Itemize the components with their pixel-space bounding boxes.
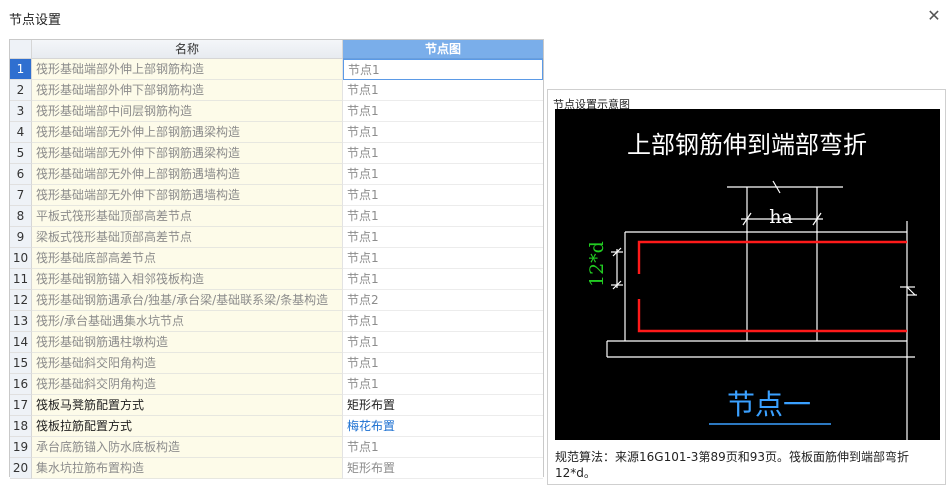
row-name-cell[interactable]: 筏形基础端部外伸下部钢筋构造 xyxy=(32,80,343,101)
row-number[interactable]: 16 xyxy=(10,374,32,395)
row-number[interactable]: 4 xyxy=(10,122,32,143)
column-header-node[interactable]: 节点图 xyxy=(343,40,543,59)
row-number-header xyxy=(10,40,32,59)
row-number[interactable]: 14 xyxy=(10,332,32,353)
row-name-cell[interactable]: 平板式筏形基础顶部高差节点 xyxy=(32,206,343,227)
row-number[interactable]: 17 xyxy=(10,395,32,416)
row-number[interactable]: 19 xyxy=(10,437,32,458)
table-row[interactable]: 13 筏形/承台基础遇集水坑节点 节点1 xyxy=(10,311,543,332)
row-node-cell[interactable]: 节点1 xyxy=(343,164,543,185)
row-number[interactable]: 2 xyxy=(10,80,32,101)
row-number[interactable]: 20 xyxy=(10,458,32,479)
dim-ha-label: ha xyxy=(769,206,793,228)
row-name-cell[interactable]: 筏板马凳筋配置方式 xyxy=(32,395,343,416)
table-row[interactable]: 10 筏形基础底部高差节点 节点1 xyxy=(10,248,543,269)
title-bar: 节点设置 ✕ xyxy=(0,0,950,34)
row-name-cell[interactable]: 筏形基础端部外伸上部钢筋构造 xyxy=(32,59,343,80)
row-name-cell[interactable]: 筏形基础端部无外伸上部钢筋遇梁构造 xyxy=(32,122,343,143)
table-row[interactable]: 7 筏形基础端部无外伸下部钢筋遇墙构造 节点1 xyxy=(10,185,543,206)
table-row[interactable]: 15 筏形基础斜交阳角构造 节点1 xyxy=(10,353,543,374)
table-row[interactable]: 4 筏形基础端部无外伸上部钢筋遇梁构造 节点1 xyxy=(10,122,543,143)
row-node-cell[interactable]: 节点1 xyxy=(343,311,543,332)
table-row[interactable]: 12 筏形基础钢筋遇承台/独基/承台梁/基础联系梁/条基构造 节点2 xyxy=(10,290,543,311)
row-node-cell[interactable]: 梅花布置 xyxy=(343,416,543,437)
row-name-cell[interactable]: 筏形基础钢筋锚入相邻筏板构造 xyxy=(32,269,343,290)
dim-12d-label: 12*d xyxy=(586,241,608,287)
row-node-cell[interactable]: 节点1 xyxy=(343,122,543,143)
close-icon[interactable]: ✕ xyxy=(924,6,944,26)
row-name-cell[interactable]: 筏形基础端部中间层钢筋构造 xyxy=(32,101,343,122)
row-number[interactable]: 7 xyxy=(10,185,32,206)
row-name-cell[interactable]: 梁板式筏形基础顶部高差节点 xyxy=(32,227,343,248)
row-number[interactable]: 1 xyxy=(10,59,32,80)
node-preview-panel: 节点设置示意图 上部钢筋伸到端部弯折 ha 12*d 节点一 规范算法：来源16… xyxy=(547,89,946,485)
row-number[interactable]: 15 xyxy=(10,353,32,374)
row-name-cell[interactable]: 筏形基础端部无外伸下部钢筋遇墙构造 xyxy=(32,185,343,206)
row-number[interactable]: 12 xyxy=(10,290,32,311)
table-row[interactable]: 6 筏形基础端部无外伸上部钢筋遇墙构造 节点1 xyxy=(10,164,543,185)
row-node-cell[interactable]: 矩形布置 xyxy=(343,395,543,416)
table-row[interactable]: 9 梁板式筏形基础顶部高差节点 节点1 xyxy=(10,227,543,248)
table-row[interactable]: 11 筏形基础钢筋锚入相邻筏板构造 节点1 xyxy=(10,269,543,290)
table-row[interactable]: 20 集水坑拉筋布置构造 矩形布置 xyxy=(10,458,543,479)
diagram-title: 上部钢筋伸到端部弯折 xyxy=(627,131,867,159)
row-node-cell[interactable]: 节点1 xyxy=(343,374,543,395)
top-rebar xyxy=(637,240,907,274)
row-number[interactable]: 13 xyxy=(10,311,32,332)
row-name-cell[interactable]: 筏形基础端部无外伸下部钢筋遇梁构造 xyxy=(32,143,343,164)
row-node-cell[interactable]: 节点1 xyxy=(343,59,543,80)
row-number[interactable]: 11 xyxy=(10,269,32,290)
rule-description: 规范算法：来源16G101-3第89页和93页。筏板面筋伸到端部弯折12*d。 xyxy=(555,450,909,480)
row-node-cell[interactable]: 节点1 xyxy=(343,101,543,122)
table-row[interactable]: 14 筏形基础钢筋遇柱墩构造 节点1 xyxy=(10,332,543,353)
row-name-cell[interactable]: 筏形基础斜交阴角构造 xyxy=(32,374,343,395)
table-header: 名称 节点图 xyxy=(10,40,543,59)
node-name: 节点一 xyxy=(727,388,811,421)
row-name-cell[interactable]: 筏形基础端部无外伸上部钢筋遇墙构造 xyxy=(32,164,343,185)
table-row[interactable]: 18 筏板拉筋配置方式 梅花布置 xyxy=(10,416,543,437)
table-row[interactable]: 1 筏形基础端部外伸上部钢筋构造 节点1 xyxy=(10,59,543,80)
row-node-cell[interactable]: 节点1 xyxy=(343,143,543,164)
row-node-cell[interactable]: 节点1 xyxy=(343,206,543,227)
row-node-cell[interactable]: 矩形布置 xyxy=(343,458,543,479)
row-number[interactable]: 5 xyxy=(10,143,32,164)
row-node-cell[interactable]: 节点2 xyxy=(343,290,543,311)
row-node-cell[interactable]: 节点1 xyxy=(343,227,543,248)
row-name-cell[interactable]: 筏形基础钢筋遇承台/独基/承台梁/基础联系梁/条基构造 xyxy=(32,290,343,311)
table-row[interactable]: 2 筏形基础端部外伸下部钢筋构造 节点1 xyxy=(10,80,543,101)
table-row[interactable]: 17 筏板马凳筋配置方式 矩形布置 xyxy=(10,395,543,416)
table-row[interactable]: 3 筏形基础端部中间层钢筋构造 节点1 xyxy=(10,101,543,122)
node-diagram-svg: 上部钢筋伸到端部弯折 ha 12*d 节点一 xyxy=(586,131,917,441)
node-diagram: 上部钢筋伸到端部弯折 ha 12*d 节点一 xyxy=(555,109,940,441)
row-node-cell[interactable]: 节点1 xyxy=(343,353,543,374)
row-number[interactable]: 10 xyxy=(10,248,32,269)
table-row[interactable]: 16 筏形基础斜交阴角构造 节点1 xyxy=(10,374,543,395)
row-node-cell[interactable]: 节点1 xyxy=(343,269,543,290)
bottom-rebar xyxy=(637,299,907,333)
row-name-cell[interactable]: 筏形基础底部高差节点 xyxy=(32,248,343,269)
row-name-cell[interactable]: 筏形基础斜交阳角构造 xyxy=(32,353,343,374)
row-number[interactable]: 8 xyxy=(10,206,32,227)
row-name-cell[interactable]: 筏板拉筋配置方式 xyxy=(32,416,343,437)
row-name-cell[interactable]: 筏形基础钢筋遇柱墩构造 xyxy=(32,332,343,353)
row-number[interactable]: 9 xyxy=(10,227,32,248)
row-node-cell[interactable]: 节点1 xyxy=(343,332,543,353)
row-name-cell[interactable]: 筏形/承台基础遇集水坑节点 xyxy=(32,311,343,332)
table-row[interactable]: 8 平板式筏形基础顶部高差节点 节点1 xyxy=(10,206,543,227)
row-node-cell[interactable]: 节点1 xyxy=(343,185,543,206)
row-name-cell[interactable]: 集水坑拉筋布置构造 xyxy=(32,458,343,479)
row-name-cell[interactable]: 承台底筋锚入防水底板构造 xyxy=(32,437,343,458)
column-header-name[interactable]: 名称 xyxy=(32,40,343,59)
row-number[interactable]: 3 xyxy=(10,101,32,122)
row-number[interactable]: 18 xyxy=(10,416,32,437)
window-title: 节点设置 xyxy=(9,13,62,28)
row-node-cell[interactable]: 节点1 xyxy=(343,80,543,101)
table-body: 1 筏形基础端部外伸上部钢筋构造 节点1 2 筏形基础端部外伸下部钢筋构造 节点1 3 筏形基… xyxy=(10,59,543,479)
row-node-cell[interactable]: 节点1 xyxy=(343,248,543,269)
node-settings-table: 名称 节点图 1 筏形基础端部外伸上部钢筋构造 节点1 2 筏形基础端部外伸下部钢筋构造… xyxy=(9,39,544,479)
row-node-cell[interactable]: 节点1 xyxy=(343,437,543,458)
table-row[interactable]: 19 承台底筋锚入防水底板构造 节点1 xyxy=(10,437,543,458)
row-number[interactable]: 6 xyxy=(10,164,32,185)
table-row[interactable]: 5 筏形基础端部无外伸下部钢筋遇梁构造 节点1 xyxy=(10,143,543,164)
